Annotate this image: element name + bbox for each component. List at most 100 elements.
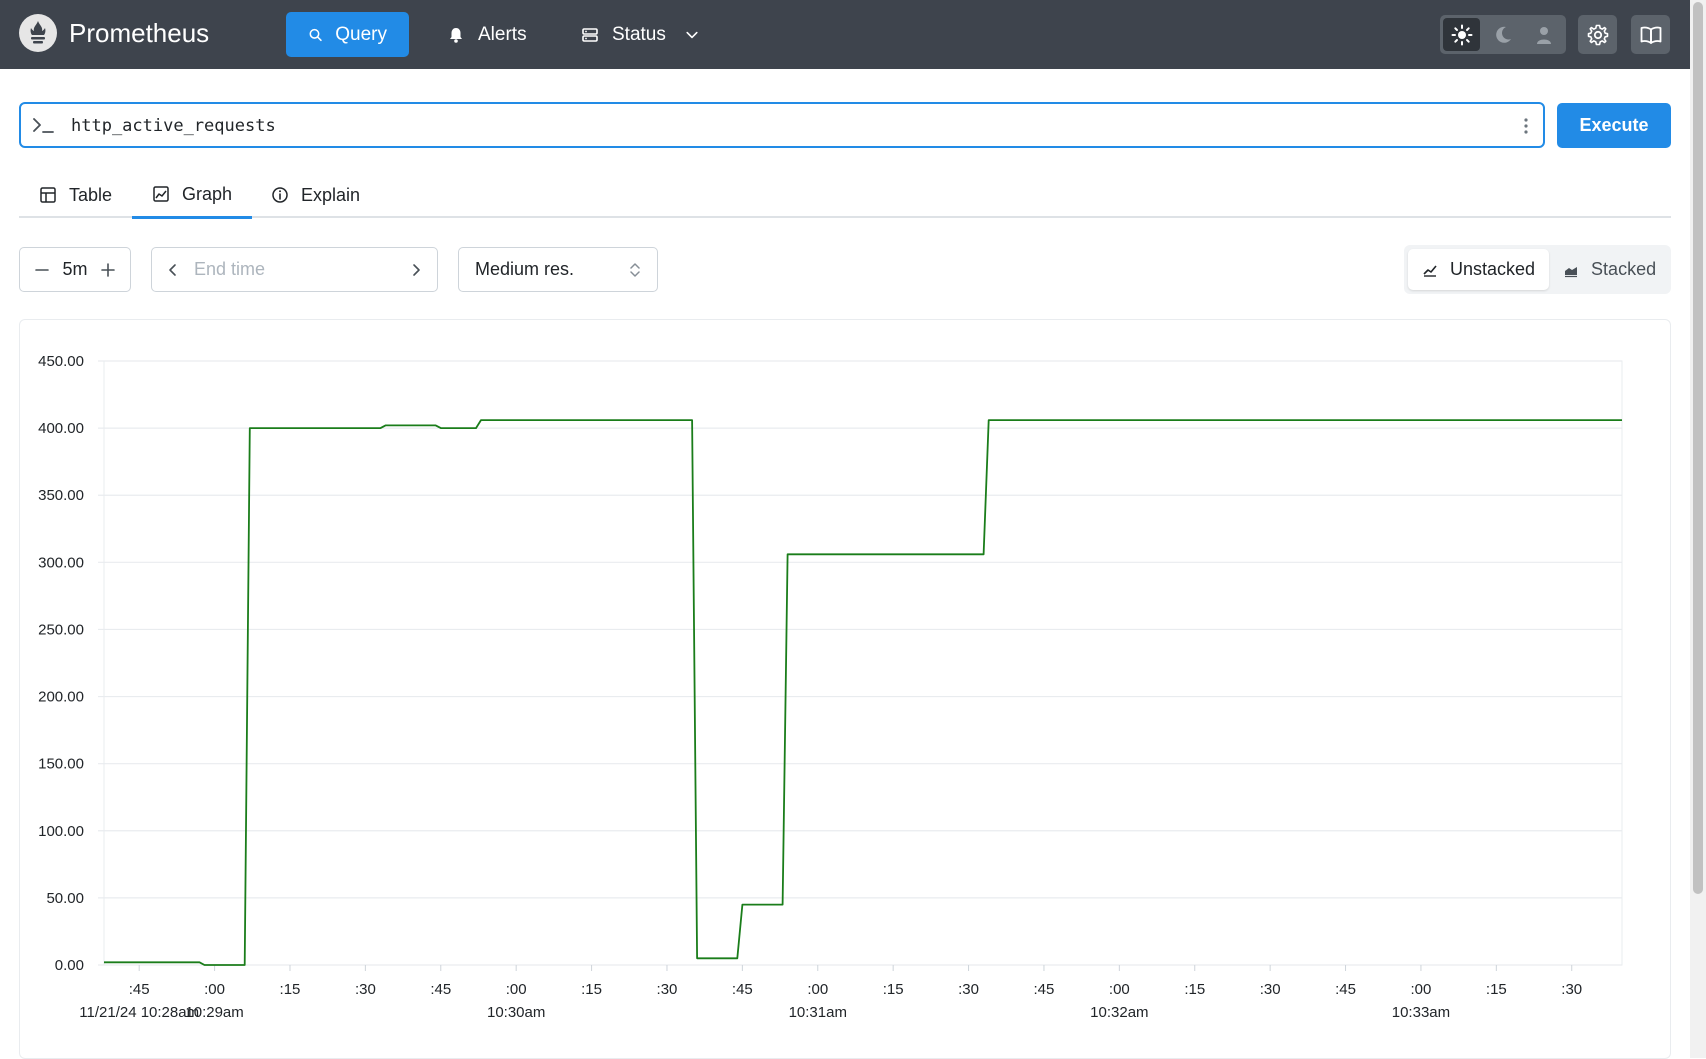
nav-query-label: Query xyxy=(335,23,387,45)
x-tick-label: :45 xyxy=(1034,981,1055,998)
chevron-down-icon xyxy=(686,31,698,38)
unstacked-button[interactable]: Unstacked xyxy=(1408,249,1550,290)
x-tick-label: :15 xyxy=(280,981,301,998)
range-value[interactable]: 5m xyxy=(62,259,87,280)
x-tick-label: :00 xyxy=(807,981,828,998)
tab-explain[interactable]: Explain xyxy=(251,172,380,218)
tab-graph[interactable]: Graph xyxy=(132,172,253,219)
chart-icon xyxy=(153,186,169,202)
minus-icon[interactable] xyxy=(34,262,50,278)
chevron-right-icon[interactable] xyxy=(409,263,423,277)
server-icon xyxy=(582,27,598,42)
execute-button[interactable]: Execute xyxy=(1557,103,1671,148)
end-time-picker[interactable]: End time xyxy=(151,247,438,292)
x-tick-label: :30 xyxy=(1260,981,1281,998)
theme-switcher xyxy=(1440,15,1566,54)
x-tick-label: :00 xyxy=(1411,981,1432,998)
plus-icon[interactable] xyxy=(100,262,116,278)
plot-frame xyxy=(103,360,1623,966)
nav-status-dropdown[interactable]: Status xyxy=(558,12,722,57)
bell-icon xyxy=(450,27,462,43)
time-series-chart[interactable]: 0.00 50.00 100.00 150.00 200.00 250.00 300.00 3… xyxy=(20,320,1670,1058)
y-tick-label: 400.00 xyxy=(38,420,84,437)
navbar: Prometheus Query Alerts Status xyxy=(0,0,1690,69)
x-tick-label: :00 xyxy=(204,981,225,998)
x-tick-label: :45 xyxy=(1335,981,1356,998)
moon-icon xyxy=(1496,26,1511,43)
y-tick-label: 300.00 xyxy=(38,554,84,571)
query-expression-input[interactable] xyxy=(71,112,1471,140)
brand[interactable]: Prometheus xyxy=(19,14,209,52)
view-tabs: Table Graph Explain xyxy=(19,172,1671,219)
more-options-icon[interactable] xyxy=(1523,117,1529,135)
x-tick-sublabel: 10:33am xyxy=(1392,1004,1450,1021)
y-tick-label: 250.00 xyxy=(38,621,84,638)
x-tick-label: :30 xyxy=(657,981,678,998)
series-line[interactable] xyxy=(104,419,1622,966)
y-tick-label: 350.00 xyxy=(38,487,84,504)
x-tick-label: :45 xyxy=(732,981,753,998)
end-time-placeholder: End time xyxy=(194,259,266,279)
y-tick-label: 450.00 xyxy=(38,353,84,370)
unstacked-label: Unstacked xyxy=(1450,259,1536,279)
y-tick-label: 150.00 xyxy=(38,756,84,773)
nav-query-button[interactable]: Query xyxy=(286,12,409,57)
x-tick-label: :30 xyxy=(355,981,376,998)
select-arrows-icon xyxy=(630,262,640,277)
tab-table-label: Table xyxy=(69,184,113,205)
tab-table[interactable]: Table xyxy=(19,172,132,218)
line-chart-icon xyxy=(1423,264,1437,277)
x-tick-sublabel: 10:30am xyxy=(487,1004,545,1021)
table-icon xyxy=(40,187,56,203)
y-tick-label: 50.00 xyxy=(46,890,84,907)
book-icon xyxy=(1640,26,1661,44)
x-tick-label: :45 xyxy=(430,981,451,998)
nav-alerts-label: Alerts xyxy=(478,23,527,45)
nav-alerts-button[interactable]: Alerts xyxy=(424,12,549,57)
x-tick-sublabel: 11/21/24 10:28am xyxy=(79,1004,199,1021)
user-icon xyxy=(1537,26,1552,44)
resolution-value: Medium res. xyxy=(475,259,575,279)
x-tick-label: :15 xyxy=(1184,981,1205,998)
range-input-group: 5m xyxy=(19,247,131,292)
light-theme-button[interactable] xyxy=(1443,18,1481,51)
x-tick-label: :30 xyxy=(1561,981,1582,998)
sun-icon xyxy=(1451,24,1473,45)
tab-graph-label: Graph xyxy=(182,183,233,204)
search-icon xyxy=(309,28,322,41)
scrollbar-thumb[interactable] xyxy=(1693,2,1703,894)
tab-explain-label: Explain xyxy=(301,184,361,205)
prometheus-logo-icon xyxy=(19,14,57,52)
stacked-button[interactable]: Stacked xyxy=(1549,249,1670,290)
x-tick-label: :30 xyxy=(958,981,979,998)
info-icon xyxy=(272,187,288,203)
app-title: Prometheus xyxy=(69,17,210,48)
x-tick-sublabel: 10:32am xyxy=(1090,1004,1148,1021)
documentation-button[interactable] xyxy=(1631,15,1670,54)
page-scrollbar[interactable] xyxy=(1690,0,1706,1058)
y-tick-label: 200.00 xyxy=(38,689,84,706)
x-tick-label: :15 xyxy=(1486,981,1507,998)
x-tick-label: :45 xyxy=(129,981,150,998)
dark-theme-button[interactable] xyxy=(1484,18,1521,51)
y-tick-label: 0.00 xyxy=(55,957,84,974)
stacked-label: Stacked xyxy=(1591,259,1657,279)
x-tick-label: :00 xyxy=(1109,981,1130,998)
graph-panel: 0.00 50.00 100.00 150.00 200.00 250.00 300.00 3… xyxy=(19,319,1671,1059)
query-editor[interactable] xyxy=(19,102,1545,148)
nav-status-label: Status xyxy=(612,23,666,45)
x-tick-sublabel: 10:31am xyxy=(789,1004,847,1021)
resolution-select[interactable]: Medium res. xyxy=(458,247,658,292)
stacking-toggle: Unstacked Stacked xyxy=(1404,245,1671,294)
area-chart-icon xyxy=(1565,266,1578,277)
settings-button[interactable] xyxy=(1578,15,1617,54)
x-tick-label: :00 xyxy=(506,981,527,998)
gear-icon xyxy=(1587,24,1608,45)
chevron-left-icon[interactable] xyxy=(166,263,180,277)
x-tick-sublabel: 10:29am xyxy=(185,1004,243,1021)
x-tick-label: :15 xyxy=(883,981,904,998)
y-tick-label: 100.00 xyxy=(38,823,84,840)
terminal-prompt-icon xyxy=(33,118,54,133)
auto-theme-button[interactable] xyxy=(1526,18,1563,51)
x-tick-label: :15 xyxy=(581,981,602,998)
